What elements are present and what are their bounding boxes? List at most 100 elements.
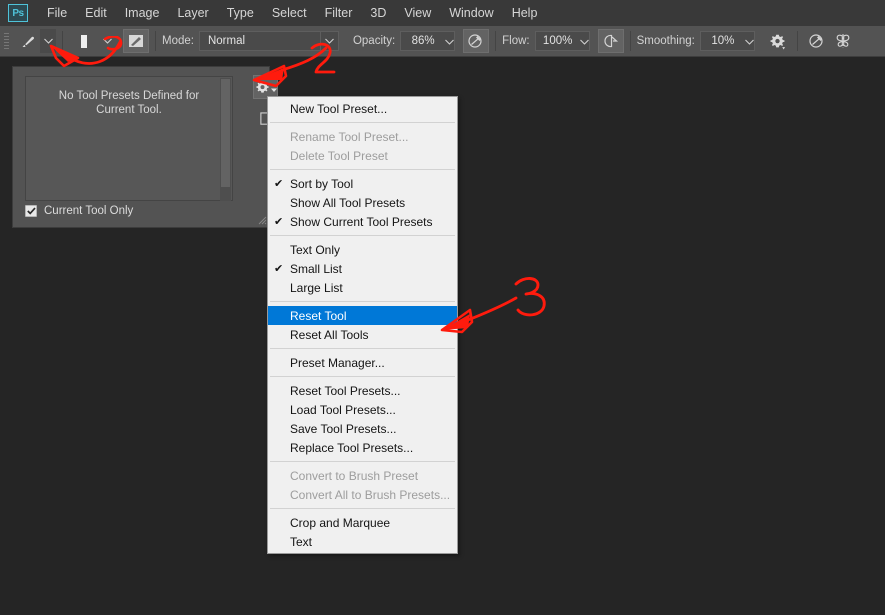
- flow-input[interactable]: 100%: [535, 31, 590, 51]
- airbrush-icon[interactable]: [598, 29, 624, 53]
- menu-item-label: Convert All to Brush Presets...: [290, 488, 457, 502]
- menu-item-label: Sort by Tool: [290, 177, 457, 191]
- menu-separator: [270, 235, 455, 236]
- smoothing-options-gear-icon[interactable]: [765, 29, 791, 53]
- menu-item-label: Text Only: [290, 243, 457, 257]
- menu-item-large-list[interactable]: Large List: [268, 278, 457, 297]
- opacity-label: Opacity:: [353, 35, 395, 47]
- menu-item-label: Convert to Brush Preset: [290, 469, 457, 483]
- smoothing-input[interactable]: 10%: [700, 31, 755, 51]
- panel-resize-grip[interactable]: [258, 216, 267, 225]
- menu-item-crop-and-marquee[interactable]: Crop and Marquee: [268, 513, 457, 532]
- current-tool-only-checkbox[interactable]: [25, 205, 37, 217]
- menu-edit[interactable]: Edit: [76, 2, 116, 24]
- menu-item-label: Show Current Tool Presets: [290, 215, 457, 229]
- menu-item-text[interactable]: Text: [268, 532, 457, 551]
- smoothing-label: Smoothing:: [637, 35, 695, 47]
- menu-item-label: Text: [290, 535, 457, 549]
- menu-type[interactable]: Type: [218, 2, 263, 24]
- menu-item-delete-tool-preset: Delete Tool Preset: [268, 146, 457, 165]
- menu-item-replace-tool-presets[interactable]: Replace Tool Presets...: [268, 438, 457, 457]
- menu-item-label: Show All Tool Presets: [290, 196, 457, 210]
- menu-item-label: Reset Tool: [290, 309, 457, 323]
- current-tool-only-row[interactable]: Current Tool Only: [25, 205, 133, 217]
- chevron-down-icon[interactable]: [745, 32, 754, 50]
- menu-view[interactable]: View: [395, 2, 440, 24]
- menu-item-save-tool-presets[interactable]: Save Tool Presets...: [268, 419, 457, 438]
- flow-label: Flow:: [502, 35, 529, 47]
- menu-item-label: Reset Tool Presets...: [290, 384, 457, 398]
- menu-item-label: Large List: [290, 281, 457, 295]
- chevron-down-icon[interactable]: [445, 32, 454, 50]
- menu-separator: [270, 376, 455, 377]
- menu-separator: [270, 348, 455, 349]
- menu-bar: Ps FileEditImageLayerTypeSelectFilter3DV…: [0, 0, 885, 26]
- menu-item-new-tool-preset[interactable]: New Tool Preset...: [268, 99, 457, 118]
- menu-separator: [270, 461, 455, 462]
- gear-icon: [255, 80, 270, 95]
- menu-item-show-current-tool-presets[interactable]: ✔Show Current Tool Presets: [268, 212, 457, 231]
- scrollbar-thumb[interactable]: [221, 79, 230, 187]
- menu-layer[interactable]: Layer: [168, 2, 217, 24]
- mode-label: Mode:: [162, 35, 194, 47]
- menu-item-convert-all-to-brush-presets: Convert All to Brush Presets...: [268, 485, 457, 504]
- current-tool-only-label: Current Tool Only: [44, 205, 133, 217]
- checkmark-icon: [27, 207, 36, 215]
- menu-item-load-tool-presets[interactable]: Load Tool Presets...: [268, 400, 457, 419]
- menu-item-reset-tool-presets[interactable]: Reset Tool Presets...: [268, 381, 457, 400]
- menu-item-label: New Tool Preset...: [290, 102, 457, 116]
- menu-file[interactable]: File: [38, 2, 76, 24]
- symmetry-butterfly-icon[interactable]: [830, 29, 856, 53]
- opacity-input[interactable]: 86%: [400, 31, 455, 51]
- menu-item-preset-manager[interactable]: Preset Manager...: [268, 353, 457, 372]
- menu-item-label: Save Tool Presets...: [290, 422, 457, 436]
- empty-presets-message: No Tool Presets Defined for Current Tool…: [26, 77, 232, 117]
- menu-separator: [270, 508, 455, 509]
- menu-filter[interactable]: Filter: [316, 2, 362, 24]
- menu-item-label: Delete Tool Preset: [290, 149, 457, 163]
- menu-separator: [270, 122, 455, 123]
- menu-item-small-list[interactable]: ✔Small List: [268, 259, 457, 278]
- checkmark-icon: ✔: [274, 177, 290, 190]
- brush-preset-dropdown[interactable]: [99, 29, 115, 53]
- brush-settings-panel-icon[interactable]: [123, 29, 149, 53]
- pressure-size-icon[interactable]: [804, 29, 830, 53]
- brush-tool-icon[interactable]: [14, 29, 40, 53]
- chevron-down-icon: [320, 32, 338, 50]
- chevron-down-icon[interactable]: [580, 32, 589, 50]
- menu-item-label: Rename Tool Preset...: [290, 130, 457, 144]
- annotation-marker-3: [440, 274, 570, 354]
- menu-separator: [270, 169, 455, 170]
- menu-separator: [270, 301, 455, 302]
- menu-item-rename-tool-preset: Rename Tool Preset...: [268, 127, 457, 146]
- menu-item-label: Replace Tool Presets...: [290, 441, 457, 455]
- blend-mode-select[interactable]: Normal: [199, 31, 339, 51]
- brush-preset-swatch[interactable]: [69, 29, 99, 53]
- options-bar-grip[interactable]: [3, 31, 10, 51]
- chevron-down-icon: [271, 88, 277, 93]
- brush-tool-dropdown[interactable]: [40, 29, 56, 53]
- pressure-opacity-icon[interactable]: [463, 29, 489, 53]
- checkmark-icon: ✔: [274, 262, 290, 275]
- menu-item-sort-by-tool[interactable]: ✔Sort by Tool: [268, 174, 457, 193]
- menu-bar-items: FileEditImageLayerTypeSelectFilter3DView…: [38, 2, 546, 24]
- menu-item-convert-to-brush-preset: Convert to Brush Preset: [268, 466, 457, 485]
- menu-image[interactable]: Image: [116, 2, 169, 24]
- tool-presets-context-menu[interactable]: New Tool Preset... Rename Tool Preset... D…: [267, 96, 458, 554]
- menu-item-label: Small List: [290, 262, 457, 276]
- menu-window[interactable]: Window: [440, 2, 502, 24]
- tool-options-bar: Mode: Normal Opacity: 86% Flow: 100%: [0, 26, 885, 57]
- menu-3d[interactable]: 3D: [361, 2, 395, 24]
- menu-help[interactable]: Help: [503, 2, 547, 24]
- menu-item-text-only[interactable]: Text Only: [268, 240, 457, 259]
- presets-list-scrollbar[interactable]: [220, 78, 231, 201]
- menu-item-label: Load Tool Presets...: [290, 403, 457, 417]
- menu-item-show-all-tool-presets[interactable]: Show All Tool Presets: [268, 193, 457, 212]
- tool-presets-list[interactable]: No Tool Presets Defined for Current Tool…: [25, 76, 233, 201]
- photoshop-logo-icon: Ps: [8, 4, 28, 22]
- checkmark-icon: ✔: [274, 215, 290, 228]
- tool-presets-panel: No Tool Presets Defined for Current Tool…: [12, 66, 270, 228]
- menu-item-reset-tool[interactable]: Reset Tool: [268, 306, 457, 325]
- menu-select[interactable]: Select: [263, 2, 316, 24]
- menu-item-reset-all-tools[interactable]: Reset All Tools: [268, 325, 457, 344]
